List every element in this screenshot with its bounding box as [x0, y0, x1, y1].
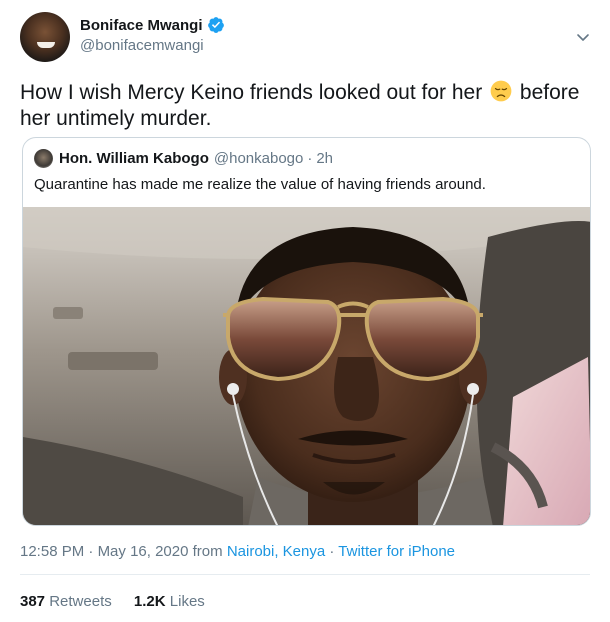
- tweet-text: How I wish Mercy Keino friends looked ou…: [20, 80, 590, 132]
- chevron-down-icon[interactable]: [576, 30, 590, 44]
- quoted-tweet-header: Hon. William Kabogo @honkabogo · 2h: [59, 150, 333, 167]
- quoted-tweet-photo[interactable]: [23, 207, 591, 526]
- quoted-separator: ·: [307, 150, 313, 167]
- location-link[interactable]: Nairobi, Kenya: [227, 543, 325, 560]
- quoted-tweet-time: 2h: [316, 150, 334, 167]
- likes-label: Likes: [169, 593, 205, 610]
- likes-stat[interactable]: 1.2K Likes: [134, 593, 205, 610]
- meta-from: from: [192, 543, 223, 560]
- tweet-time[interactable]: 12:58 PM: [20, 543, 84, 560]
- quoted-author-name: Hon. William Kabogo: [59, 150, 209, 167]
- verified-badge-icon: [207, 17, 224, 33]
- author-name[interactable]: Boniface Mwangi: [80, 17, 203, 34]
- quoted-author-handle: @honkabogo: [213, 150, 304, 167]
- meta-separator-2: ·: [329, 543, 335, 560]
- tweet-meta: 12:58 PM · May 16, 2020 from Nairobi, Ke…: [20, 543, 455, 560]
- tweet-stats: 387 Retweets 1.2K Likes: [20, 593, 223, 610]
- author-handle[interactable]: @bonifacemwangi: [80, 37, 204, 54]
- tweet-date[interactable]: May 16, 2020: [98, 543, 189, 560]
- quoted-tweet-text: Quarantine has made me realize the value…: [34, 176, 486, 193]
- author-avatar[interactable]: [20, 12, 70, 62]
- author-name-row: Boniface Mwangi: [80, 16, 225, 34]
- divider: [20, 574, 590, 575]
- likes-count: 1.2K: [133, 593, 166, 610]
- quoted-tweet-card[interactable]: Hon. William Kabogo @honkabogo · 2h Quar…: [22, 137, 591, 526]
- source-link[interactable]: Twitter for iPhone: [338, 543, 455, 560]
- quoted-author-avatar: [34, 149, 53, 168]
- retweets-count: 387: [20, 593, 46, 610]
- tweet-text-part1: How I wish Mercy Keino friends looked ou…: [20, 81, 483, 104]
- meta-separator: ·: [88, 543, 94, 560]
- disappointed-face-icon: [490, 80, 512, 102]
- retweets-stat[interactable]: 387 Retweets: [20, 593, 116, 610]
- retweets-label: Retweets: [49, 593, 112, 610]
